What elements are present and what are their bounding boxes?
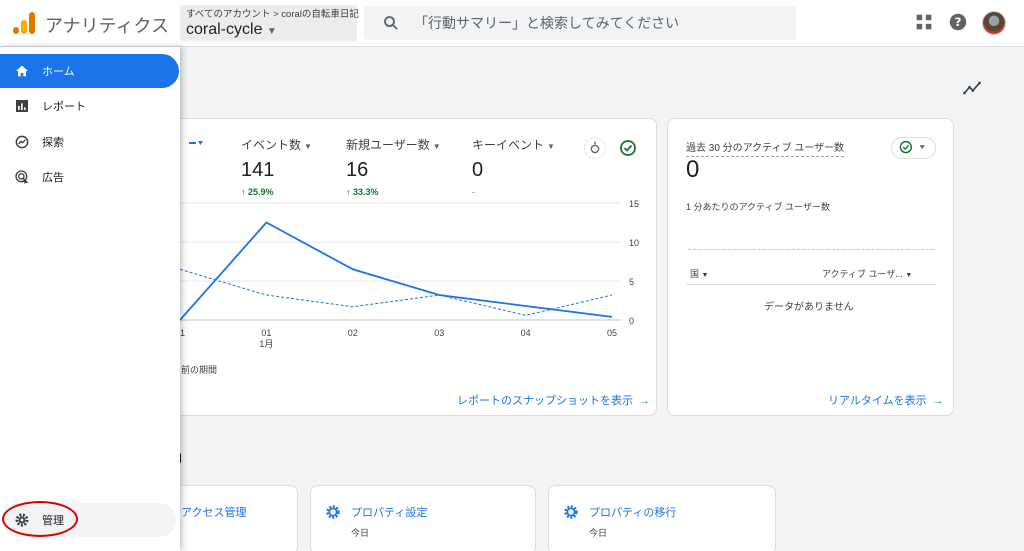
sidebar-item-label: ホーム bbox=[42, 66, 75, 78]
ads-icon bbox=[15, 170, 29, 184]
y-tick-label: 15 bbox=[629, 199, 639, 209]
x-tick-label: 04 bbox=[521, 328, 531, 338]
snapshot-link-label: レポートのスナップショットを表示 bbox=[457, 395, 633, 407]
snapshot-link[interactable]: レポートのスナップショットを表示 → bbox=[457, 392, 650, 408]
breadcrumb: すべてのアカウント > coralの自転車日記 bbox=[186, 9, 359, 20]
metric-value: 16 bbox=[346, 159, 369, 181]
x-tick-label: 02 bbox=[348, 328, 358, 338]
metric-value: 0 bbox=[472, 159, 484, 181]
top-bar: アナリティクス すべてのアカウント > coralの自転車日記 coral-cy… bbox=[0, 0, 1024, 47]
y-tick-label: 5 bbox=[629, 277, 634, 287]
explore-icon bbox=[15, 135, 29, 149]
gear-icon bbox=[564, 505, 578, 519]
recent-card-date: 今日 bbox=[351, 528, 370, 538]
realtime-link-label: リアルタイムを表示 bbox=[828, 395, 927, 407]
highlight-circle bbox=[2, 501, 78, 537]
realtime-sparkline-baseline bbox=[688, 249, 934, 250]
sidebar-item-label: 広告 bbox=[42, 172, 64, 184]
svg-text:?: ? bbox=[955, 15, 962, 29]
metric-label: キーイベント bbox=[472, 138, 545, 152]
recent-card-title: プロパティ設定 bbox=[351, 507, 428, 519]
legend-prev-period: 前の期間 bbox=[181, 365, 218, 375]
line-chart: 15105031 011月02 03 04 05 bbox=[151, 199, 639, 349]
help-icon[interactable]: ? bbox=[947, 11, 969, 33]
metric-change: ↑ 25.9% bbox=[241, 187, 274, 197]
arrow-right-icon: → bbox=[639, 395, 650, 407]
realtime-link[interactable]: リアルタイムを表示 → bbox=[828, 392, 944, 408]
sidebar-item-home[interactable]: ホーム bbox=[0, 54, 179, 88]
recent-card-property-settings[interactable]: プロパティ設定 今日 bbox=[310, 485, 536, 551]
status-check-icon[interactable] bbox=[617, 137, 639, 159]
col-country[interactable]: 国 ▼ bbox=[690, 267, 708, 280]
metric-new-users[interactable]: 新規ユーザー数 ▼ 16 ↑ 33.3% bbox=[346, 136, 441, 197]
property-name: coral-cycle ▼ bbox=[186, 21, 351, 39]
metric-change: ↑ 33.3% bbox=[346, 187, 379, 197]
sidebar-item-label: 探索 bbox=[42, 137, 64, 149]
per-minute-label: 1 分あたりのアクティブ ユーザー数 bbox=[686, 202, 830, 212]
chevron-down-icon: ▼ bbox=[547, 142, 555, 151]
series-current-line bbox=[179, 221, 613, 321]
x-tick-label: 05 bbox=[607, 328, 617, 338]
chevron-down-icon: ▼ bbox=[304, 142, 312, 151]
sidebar-item-reports[interactable]: レポート bbox=[0, 89, 180, 123]
sidebar-item-label: レポート bbox=[42, 101, 86, 113]
recent-card-date: 今日 bbox=[589, 528, 608, 538]
bar-chart-icon bbox=[16, 100, 28, 112]
metric-tab-underline-icon bbox=[189, 141, 203, 145]
metric-value: 141 bbox=[241, 159, 275, 181]
chevron-down-icon: ▼ bbox=[432, 142, 441, 151]
x-tick-label: 01 bbox=[261, 328, 271, 338]
x-tick-label: 03 bbox=[434, 328, 444, 338]
chevron-down-icon: ▼ bbox=[701, 272, 709, 279]
recent-card-property-migration[interactable]: プロパティの移行 今日 bbox=[548, 485, 776, 551]
property-name-label: coral-cycle bbox=[186, 21, 263, 38]
x-tick-month-label: 1月 bbox=[259, 339, 273, 349]
home-icon bbox=[16, 65, 28, 77]
col-users-label: アクティブ ユーザ... bbox=[822, 269, 903, 279]
metric-label: 新規ユーザー数 bbox=[346, 138, 430, 152]
search-icon bbox=[384, 16, 398, 30]
analytics-logo-icon[interactable] bbox=[13, 12, 35, 34]
avatar[interactable] bbox=[982, 11, 1006, 35]
arrow-right-icon: → bbox=[932, 395, 944, 407]
recent-card-title: アクセス管理 bbox=[181, 507, 247, 519]
metric-change: - bbox=[472, 187, 475, 197]
search-bar[interactable] bbox=[364, 6, 796, 40]
empty-state: データがありません bbox=[764, 302, 854, 313]
realtime-value: 0 bbox=[686, 156, 700, 183]
metric-label: イベント数 bbox=[241, 138, 302, 152]
realtime-title: 過去 30 分のアクティブ ユーザー数 bbox=[686, 139, 845, 157]
chevron-down-icon: ▼ bbox=[905, 272, 913, 279]
sidebar-item-explore[interactable]: 探索 bbox=[0, 125, 180, 159]
intelligence-icon[interactable] bbox=[584, 137, 606, 159]
realtime-status-dropdown[interactable] bbox=[891, 137, 936, 159]
table-divider bbox=[686, 284, 936, 285]
col-country-label: 国 bbox=[690, 269, 700, 279]
sidebar-item-ads[interactable]: 広告 bbox=[0, 160, 180, 194]
insights-icon[interactable] bbox=[962, 78, 982, 98]
apps-grid-icon[interactable] bbox=[913, 11, 935, 33]
recent-card-title: プロパティの移行 bbox=[589, 507, 677, 519]
y-tick-label: 0 bbox=[629, 316, 634, 326]
search-input[interactable] bbox=[414, 13, 774, 33]
chevron-down-icon: ▼ bbox=[266, 26, 277, 37]
app-title: アナリティクス bbox=[45, 16, 170, 36]
realtime-card: 過去 30 分のアクティブ ユーザー数 0 1 分あたりのアクティブ ユーザー数… bbox=[667, 118, 954, 416]
metric-key-events[interactable]: キーイベント ▼ 0 - bbox=[472, 136, 555, 197]
overview-card: イベント数 ▼ 141 ↑ 25.9% 新規ユーザー数 ▼ 16 ↑ 33.3% キ… bbox=[150, 118, 657, 416]
metric-event-count[interactable]: イベント数 ▼ 141 ↑ 25.9% bbox=[241, 136, 312, 197]
account-selector[interactable]: すべてのアカウント > coralの自転車日記 coral-cycle ▼ bbox=[180, 5, 359, 41]
gear-icon bbox=[326, 505, 340, 519]
y-tick-label: 10 bbox=[629, 238, 639, 248]
sidebar: ホーム レポート 探索 広告 管理 bbox=[0, 47, 180, 551]
col-active-users[interactable]: アクティブ ユーザ... ▼ bbox=[822, 267, 912, 280]
